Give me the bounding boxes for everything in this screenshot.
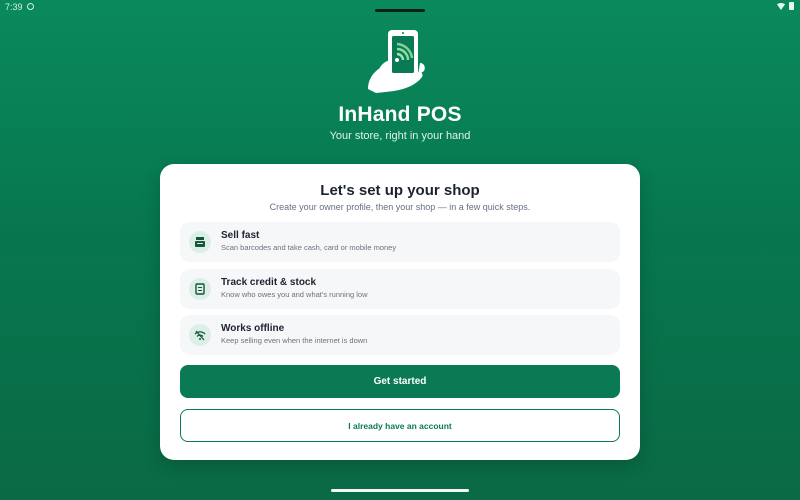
setup-card: Let's set up your shop Create your owner… <box>160 164 640 460</box>
feature-title: Track credit & stock <box>221 277 317 288</box>
feature-description: Keep selling even when the internet is d… <box>221 336 368 345</box>
home-indicator[interactable] <box>331 489 469 492</box>
ledger-icon <box>189 278 211 300</box>
app-tagline: Your store, right in your hand <box>329 130 471 142</box>
feature-works-offline: Works offline Keep selling even when the… <box>180 315 620 355</box>
status-icons <box>776 2 794 10</box>
feature-title: Works offline <box>221 323 285 334</box>
existing-account-button[interactable]: I already have an account <box>180 409 620 442</box>
setup-title: Let's set up your shop <box>320 182 480 199</box>
feature-description: Know who owes you and what's running low <box>221 290 368 299</box>
battery-icon <box>789 2 794 10</box>
feature-title: Sell fast <box>221 230 260 241</box>
top-handle <box>375 9 425 12</box>
hand-phone-logo-icon <box>368 30 425 93</box>
feature-description: Scan barcodes and take cash, card or mob… <box>221 243 397 252</box>
feature-sell-fast: Sell fast Scan barcodes and take cash, c… <box>180 222 620 262</box>
app-title: InHand POS <box>338 103 462 126</box>
cash-register-icon <box>189 231 211 253</box>
wifi-icon <box>776 2 786 10</box>
wifi-off-icon <box>189 324 211 346</box>
do-not-disturb-icon <box>27 3 34 10</box>
get-started-button[interactable]: Get started <box>180 365 620 398</box>
status-time: 7:39 <box>5 2 23 12</box>
setup-subtitle: Create your owner profile, then your sho… <box>269 202 531 212</box>
feature-track-credit: Track credit & stock Know who owes you a… <box>180 269 620 309</box>
